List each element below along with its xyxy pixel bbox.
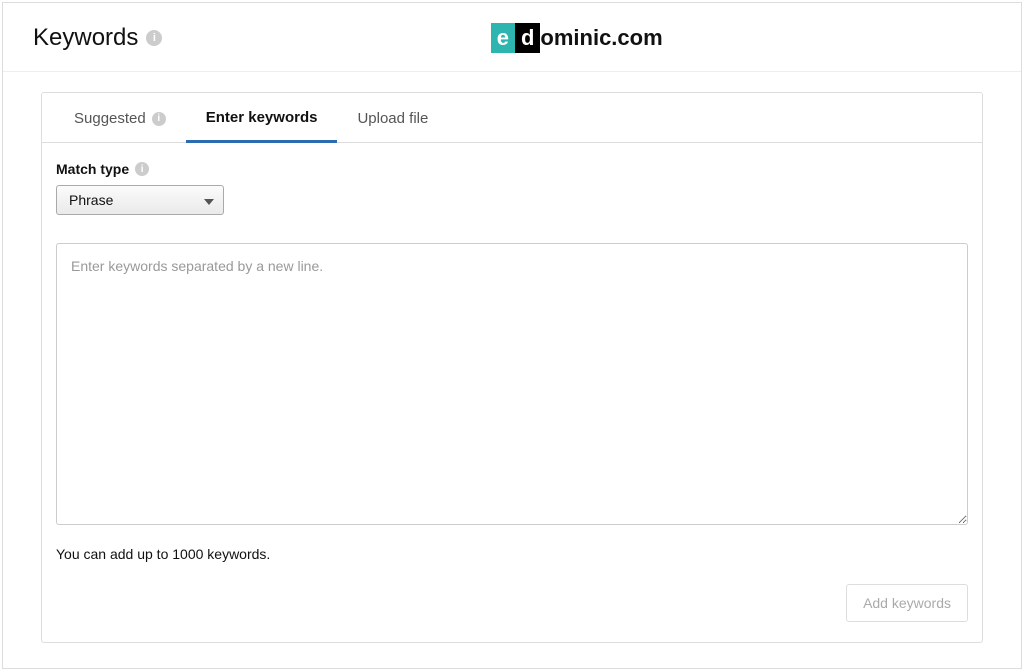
header: Keywords i edominic.com — [3, 3, 1021, 72]
helper-text: You can add up to 1000 keywords. — [56, 546, 968, 562]
info-icon[interactable]: i — [135, 162, 149, 176]
tab-upload-file[interactable]: Upload file — [337, 93, 448, 142]
add-keywords-button[interactable]: Add keywords — [846, 584, 968, 622]
logo-part-d: d — [515, 23, 540, 53]
tab-enter-keywords[interactable]: Enter keywords — [186, 93, 338, 143]
main-container: Keywords i edominic.com Suggested i Ente… — [2, 2, 1022, 669]
keywords-panel: Suggested i Enter keywords Upload file M… — [41, 92, 983, 643]
match-type-label-text: Match type — [56, 161, 129, 177]
page-title-text: Keywords — [33, 24, 138, 52]
tab-suggested-label: Suggested — [74, 110, 146, 127]
page-title: Keywords i — [33, 24, 162, 52]
logo-part-e: e — [491, 23, 515, 53]
logo: edominic.com — [491, 23, 663, 53]
action-row: Add keywords — [56, 584, 968, 622]
logo-wrap: edominic.com — [162, 23, 991, 53]
tab-upload-file-label: Upload file — [357, 110, 428, 127]
logo-rest: ominic.com — [540, 25, 662, 51]
info-icon[interactable]: i — [146, 30, 162, 46]
panel-body: Match type i Phrase You can add up to 10… — [42, 143, 982, 642]
keywords-textarea[interactable] — [56, 243, 968, 525]
match-type-label: Match type i — [56, 161, 968, 177]
tab-enter-keywords-label: Enter keywords — [206, 109, 318, 126]
tab-suggested[interactable]: Suggested i — [54, 93, 186, 142]
tabs: Suggested i Enter keywords Upload file — [42, 93, 982, 143]
match-type-select-box[interactable]: Phrase — [56, 185, 224, 215]
content-wrap: Suggested i Enter keywords Upload file M… — [3, 72, 1021, 668]
info-icon[interactable]: i — [152, 112, 166, 126]
match-type-selected-value: Phrase — [69, 192, 113, 208]
match-type-select[interactable]: Phrase — [56, 185, 224, 215]
